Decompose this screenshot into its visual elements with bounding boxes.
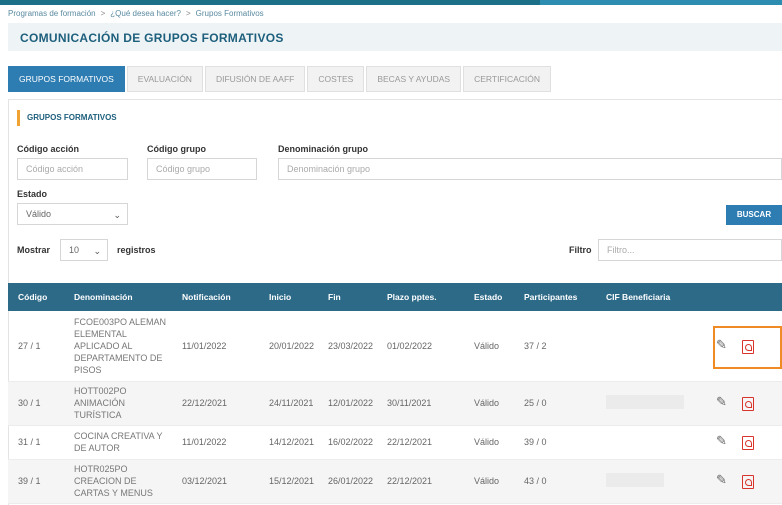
cell-fin: 23/03/2022 bbox=[318, 311, 377, 382]
breadcrumb-item[interactable]: Grupos Formativos bbox=[196, 9, 264, 18]
page-size-value: 10 bbox=[69, 245, 80, 255]
col-notificacion[interactable]: Notificación bbox=[172, 283, 259, 311]
filtro-input[interactable]: Filtro... bbox=[598, 239, 782, 261]
cell-codigo: 39 / 1 bbox=[8, 459, 64, 504]
tab-becas-ayudas[interactable]: BECAS Y AYUDAS bbox=[366, 66, 462, 92]
table-row: 31 / 1 COCINA CREATIVA Y DE AUTOR 11/01/… bbox=[8, 425, 782, 460]
cell-cif bbox=[596, 425, 696, 460]
col-fin[interactable]: Fin bbox=[318, 283, 377, 311]
pdf-icon[interactable] bbox=[742, 396, 754, 411]
col-codigo[interactable]: Código bbox=[8, 283, 64, 311]
cell-estado: Válido bbox=[464, 311, 514, 382]
tab-certificacion[interactable]: CERTIFICACIÓN bbox=[463, 66, 552, 92]
chevron-down-icon: ⌄ bbox=[113, 210, 121, 220]
pdf-icon[interactable] bbox=[742, 435, 754, 450]
cell-participantes: 39 / 0 bbox=[514, 425, 596, 460]
cell-codigo: 27 / 1 bbox=[8, 311, 64, 382]
estado-select[interactable]: Válido ⌄ bbox=[17, 203, 128, 225]
cell-participantes: 25 / 0 bbox=[514, 381, 596, 426]
cell-participantes: 43 / 0 bbox=[514, 459, 596, 504]
col-plazo[interactable]: Plazo pptes. bbox=[377, 283, 464, 311]
cell-notificacion: 03/12/2021 bbox=[172, 459, 259, 504]
cell-inicio: 14/12/2021 bbox=[259, 425, 318, 460]
cell-actions: ✎ bbox=[696, 381, 782, 426]
cif-redacted bbox=[606, 395, 684, 409]
cell-denominacion: HOTT002PO ANIMACIÓN TURÍSTICA bbox=[64, 381, 172, 426]
section-title: GRUPOS FORMATIVOS bbox=[17, 110, 117, 126]
breadcrumb: Programas de formación > ¿Qué desea hacer?… bbox=[8, 9, 264, 18]
cell-codigo: 30 / 1 bbox=[8, 381, 64, 426]
cell-actions: ✎ bbox=[696, 425, 782, 460]
breadcrumb-item[interactable]: ¿Qué desea hacer? bbox=[110, 9, 181, 18]
pdf-icon[interactable] bbox=[742, 474, 754, 489]
col-estado[interactable]: Estado bbox=[464, 283, 514, 311]
cell-cif bbox=[596, 381, 696, 426]
codigo-accion-label: Código acción bbox=[17, 144, 80, 154]
cell-estado: Válido bbox=[464, 381, 514, 426]
denominacion-grupo-input[interactable]: Denominación grupo bbox=[278, 158, 782, 180]
cell-plazo: 22/12/2021 bbox=[377, 425, 464, 460]
cell-notificacion: 22/12/2021 bbox=[172, 381, 259, 426]
top-accent-bar-right bbox=[540, 0, 782, 5]
cell-cif bbox=[596, 459, 696, 504]
tab-evaluacion[interactable]: EVALUACIÓN bbox=[126, 66, 203, 92]
codigo-grupo-label: Código grupo bbox=[147, 144, 206, 154]
cif-redacted bbox=[606, 473, 664, 487]
registros-label: registros bbox=[117, 245, 156, 255]
grupos-table: Código Denominación Notificación Inicio … bbox=[8, 283, 782, 504]
cell-plazo: 22/12/2021 bbox=[377, 459, 464, 504]
cell-inicio: 15/12/2021 bbox=[259, 459, 318, 504]
cell-fin: 16/02/2022 bbox=[318, 425, 377, 460]
codigo-accion-input[interactable]: Código acción bbox=[17, 158, 128, 180]
cell-fin: 26/01/2022 bbox=[318, 459, 377, 504]
filtro-label: Filtro bbox=[569, 245, 592, 255]
cell-inicio: 24/11/2021 bbox=[259, 381, 318, 426]
page-size-select[interactable]: 10 ⌄ bbox=[60, 239, 108, 261]
cell-fin: 12/01/2022 bbox=[318, 381, 377, 426]
cell-estado: Válido bbox=[464, 459, 514, 504]
estado-label: Estado bbox=[17, 189, 48, 199]
tab-grupos-formativos[interactable]: GRUPOS FORMATIVOS bbox=[8, 66, 125, 92]
cell-plazo: 01/02/2022 bbox=[377, 311, 464, 382]
mostrar-label: Mostrar bbox=[17, 245, 51, 255]
cell-codigo: 31 / 1 bbox=[8, 425, 64, 460]
tab-bar: GRUPOS FORMATIVOS EVALUACIÓN DIFUSIÓN DE… bbox=[8, 66, 553, 92]
tab-difusion-aaff[interactable]: DIFUSIÓN DE AAFF bbox=[204, 66, 306, 92]
col-cif[interactable]: CIF Beneficiaria bbox=[596, 283, 696, 311]
cell-cif bbox=[596, 311, 696, 382]
col-inicio[interactable]: Inicio bbox=[259, 283, 318, 311]
cell-notificacion: 11/01/2022 bbox=[172, 311, 259, 382]
edit-icon[interactable]: ✎ bbox=[716, 395, 730, 409]
codigo-grupo-input[interactable]: Código grupo bbox=[147, 158, 257, 180]
edit-icon[interactable]: ✎ bbox=[716, 434, 730, 448]
table-header-row: Código Denominación Notificación Inicio … bbox=[8, 283, 782, 311]
cell-notificacion: 11/01/2022 bbox=[172, 425, 259, 460]
cell-estado: Válido bbox=[464, 425, 514, 460]
chevron-down-icon: ⌄ bbox=[93, 246, 101, 256]
col-denominacion[interactable]: Denominación bbox=[64, 283, 172, 311]
cell-denominacion: HOTR025PO CREACION DE CARTAS Y MENUS bbox=[64, 459, 172, 504]
actions-highlight-box bbox=[713, 326, 782, 369]
cell-actions: ✎ bbox=[696, 459, 782, 504]
estado-select-value: Válido bbox=[26, 209, 52, 219]
title-bar: COMUNICACIÓN DE GRUPOS FORMATIVOS bbox=[8, 23, 782, 51]
col-actions bbox=[696, 283, 782, 311]
breadcrumb-item[interactable]: Programas de formación bbox=[8, 9, 96, 18]
col-participantes[interactable]: Participantes bbox=[514, 283, 596, 311]
cell-plazo: 30/11/2021 bbox=[377, 381, 464, 426]
cell-denominacion: COCINA CREATIVA Y DE AUTOR bbox=[64, 425, 172, 460]
table-row: 30 / 1 HOTT002PO ANIMACIÓN TURÍSTICA 22/… bbox=[8, 381, 782, 426]
table-row: 27 / 1 FCOE003PO ALEMAN ELEMENTAL APLICA… bbox=[8, 311, 782, 382]
cell-participantes: 37 / 2 bbox=[514, 311, 596, 382]
cell-denominacion: FCOE003PO ALEMAN ELEMENTAL APLICADO AL D… bbox=[64, 311, 172, 382]
buscar-button[interactable]: BUSCAR bbox=[726, 205, 782, 225]
tab-costes[interactable]: COSTES bbox=[307, 66, 365, 92]
page-title: COMUNICACIÓN DE GRUPOS FORMATIVOS bbox=[20, 31, 284, 45]
denominacion-grupo-label: Denominación grupo bbox=[278, 144, 368, 154]
edit-icon[interactable]: ✎ bbox=[716, 473, 730, 487]
cell-inicio: 20/01/2022 bbox=[259, 311, 318, 382]
table-row: 39 / 1 HOTR025PO CREACION DE CARTAS Y ME… bbox=[8, 459, 782, 504]
